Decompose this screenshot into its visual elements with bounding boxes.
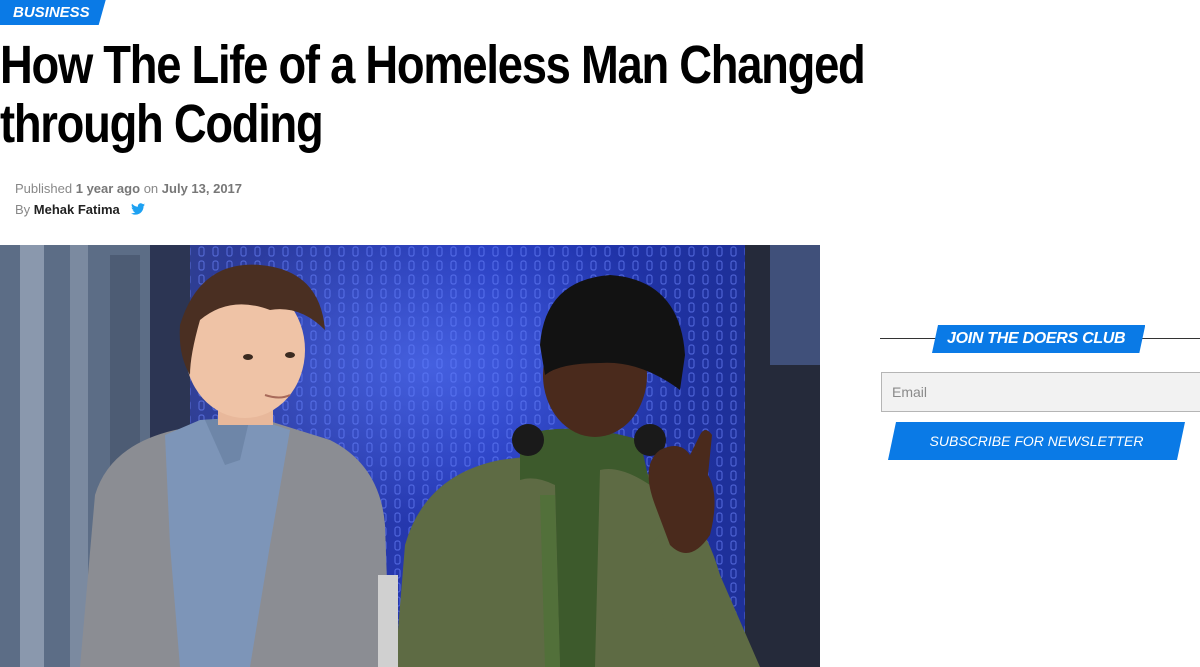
title-line-1: How The Life of a Homeless Man Changed (0, 35, 866, 95)
twitter-icon[interactable] (131, 203, 146, 215)
email-field[interactable] (881, 372, 1200, 412)
article-page: BUSINESS How The Life of a Homeless Man … (0, 0, 1200, 667)
byline: By Mehak Fatima (15, 199, 242, 220)
hero-photo (0, 245, 820, 667)
author-link[interactable]: Mehak Fatima (34, 202, 120, 217)
publish-date: July 13, 2017 (161, 181, 243, 196)
category-badge[interactable]: BUSINESS (0, 0, 106, 25)
article-meta: Published 1 year ago on July 13, 2017 By… (15, 178, 242, 220)
on-word: on (143, 181, 159, 196)
relative-time: 1 year ago (75, 181, 141, 196)
club-heading: JOIN THE DOERS CLUB (932, 325, 1145, 353)
title-line-2: through Coding (0, 94, 324, 154)
published-prefix: Published (15, 181, 73, 196)
subscribe-button[interactable]: SUBSCRIBE FOR NEWSLETTER (888, 422, 1185, 460)
hero-image (0, 245, 820, 667)
publish-line: Published 1 year ago on July 13, 2017 (15, 178, 242, 199)
page-title: How The Life of a Homeless Man Changed t… (0, 35, 866, 154)
by-word: By (15, 202, 31, 217)
